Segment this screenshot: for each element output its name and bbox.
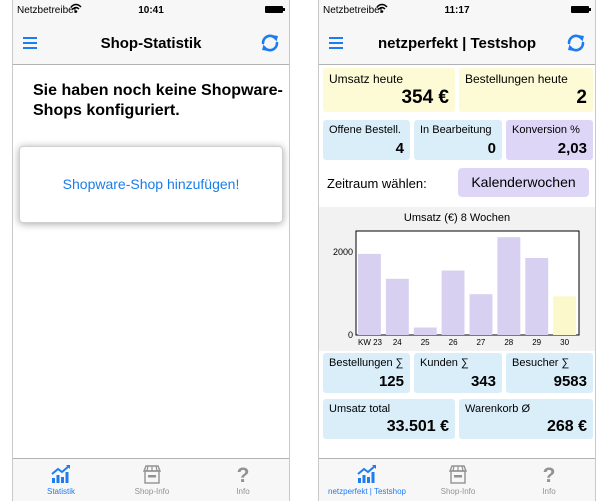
navigation-bar: Shop-Statistik — [13, 22, 289, 65]
tile-label: Umsatz heute — [329, 72, 404, 86]
page-title: netzperfekt | Testshop — [377, 35, 537, 52]
add-shop-button[interactable]: Shopware-Shop hinzufügen! — [19, 146, 283, 223]
tile-label: Konversion % — [512, 124, 580, 136]
chart-bar — [413, 327, 437, 335]
chart-x-tick-label: 24 — [393, 338, 402, 347]
tile-label: Bestellungen ∑ — [329, 357, 404, 369]
tab-bar: netzperfekt | Testshop Shop-Info ? Info — [319, 458, 595, 501]
tab-label: netzperfekt | Testshop — [328, 487, 406, 496]
tile-value: 9583 — [553, 373, 587, 390]
tile-kunden-summe: Kunden ∑ 343 — [414, 353, 502, 393]
phone-screen-dashboard: Netzbetreiber 11:17 netzperfekt | Testsh… — [318, 0, 596, 501]
chart-y-tick-label: 2000 — [333, 247, 353, 257]
shop-icon — [448, 465, 468, 484]
shop-icon — [142, 465, 162, 484]
question-icon: ? — [237, 464, 250, 485]
question-icon: ? — [543, 464, 556, 485]
tab-label: Statistik — [46, 487, 75, 496]
tab-info[interactable]: ? Info — [197, 463, 289, 496]
battery-icon — [265, 6, 285, 13]
chart-x-tick-label: 27 — [476, 338, 485, 347]
tile-bestellungen-heute: Bestellungen heute 2 — [459, 68, 593, 112]
chart-bar — [385, 278, 409, 335]
tile-label: Besucher ∑ — [512, 357, 570, 369]
tile-value: 2 — [576, 87, 587, 108]
battery-icon — [571, 6, 591, 13]
tile-label: In Bearbeitung — [420, 124, 492, 136]
menu-icon[interactable] — [329, 37, 343, 49]
tab-info[interactable]: ? Info — [503, 463, 595, 496]
chart-x-tick-label: 30 — [560, 338, 569, 347]
chart-bar — [469, 294, 493, 335]
tab-label: Shop-Info — [134, 487, 170, 496]
tile-value: 33.501 € — [386, 418, 449, 435]
chart-icon — [51, 465, 70, 483]
svg-text:?: ? — [543, 464, 556, 485]
tab-label: Info — [236, 487, 250, 496]
refresh-icon[interactable] — [565, 32, 587, 54]
tile-offene-bestellungen: Offene Bestell. 4 — [323, 120, 410, 160]
chart-bar — [553, 296, 576, 335]
status-time: 11:17 — [444, 5, 470, 16]
empty-state-message: Sie haben noch keine Shopware-Shops konf… — [33, 82, 283, 119]
tile-bestellungen-summe: Bestellungen ∑ 125 — [323, 353, 410, 393]
tile-label: Kunden ∑ — [420, 357, 469, 369]
tile-label: Offene Bestell. — [329, 124, 401, 136]
tab-label: Shop-Info — [440, 487, 476, 496]
chart-icon — [357, 465, 376, 483]
kalenderwochen-button[interactable]: Kalenderwochen — [458, 168, 589, 197]
tile-umsatz-total: Umsatz total 33.501 € — [323, 399, 455, 439]
chart-bar — [497, 237, 521, 335]
tab-label: Info — [542, 487, 556, 496]
tile-konversion: Konversion % 2,03 — [506, 120, 593, 160]
tab-shop-info[interactable]: Shop-Info — [106, 463, 198, 496]
page-title: Shop-Statistik — [100, 35, 202, 52]
tile-value: 354 € — [401, 87, 449, 108]
tab-statistik[interactable]: Statistik — [15, 463, 107, 496]
menu-icon[interactable] — [23, 37, 37, 49]
chart-x-tick-label: 28 — [504, 338, 513, 347]
status-bar: Netzbetreiber 11:17 — [319, 0, 595, 22]
tile-in-bearbeitung: In Bearbeitung 0 — [414, 120, 502, 160]
tile-value: 2,03 — [557, 140, 587, 157]
chart-svg: KW 23 24 25 26 27 28 29 30 0 2000 — [333, 230, 580, 347]
chart-y-tick-label: 0 — [348, 330, 353, 340]
chart-x-tick-label: 25 — [421, 338, 430, 347]
tile-value: 4 — [395, 140, 404, 157]
svg-text:?: ? — [237, 464, 250, 485]
tile-besucher-summe: Besucher ∑ 9583 — [506, 353, 593, 393]
zeitraum-label: Zeitraum wählen: — [327, 176, 427, 191]
tile-label: Warenkorb Ø — [465, 403, 531, 415]
chart-x-tick-label: KW 23 — [358, 338, 383, 347]
umsatz-chart: Umsatz (€) 8 Wochen KW 23 24 25 26 27 28 29 30 0… — [319, 207, 595, 351]
tile-value: 0 — [487, 140, 496, 157]
tab-statistik[interactable]: netzperfekt | Testshop — [321, 463, 413, 496]
chart-bar — [525, 258, 549, 335]
tile-label: Bestellungen heute — [465, 72, 568, 86]
chart-x-tick-label: 29 — [532, 338, 541, 347]
status-bar: Netzbetreiber 10:41 — [13, 0, 289, 22]
status-time: 10:41 — [138, 5, 164, 16]
chart-x-tick-label: 26 — [449, 338, 458, 347]
tab-bar: Statistik Shop-Info ? Info — [13, 458, 289, 501]
navigation-bar: netzperfekt | Testshop — [319, 22, 595, 65]
tab-shop-info[interactable]: Shop-Info — [412, 463, 504, 496]
tile-value: 125 — [378, 373, 404, 390]
dashboard-content: Umsatz heute 354 € Bestellungen heute 2 … — [319, 66, 595, 457]
tile-value: 343 — [470, 373, 496, 390]
refresh-icon[interactable] — [259, 32, 281, 54]
tile-value: 268 € — [546, 418, 587, 435]
chart-bar — [441, 270, 465, 335]
tile-label: Umsatz total — [329, 403, 391, 415]
chart-bar — [358, 253, 381, 335]
tile-warenkorb: Warenkorb Ø 268 € — [459, 399, 593, 439]
phone-screen-empty: Netzbetreiber 10:41 Shop-Statistik Sie h… — [12, 0, 290, 501]
tile-umsatz-heute: Umsatz heute 354 € — [323, 68, 455, 112]
